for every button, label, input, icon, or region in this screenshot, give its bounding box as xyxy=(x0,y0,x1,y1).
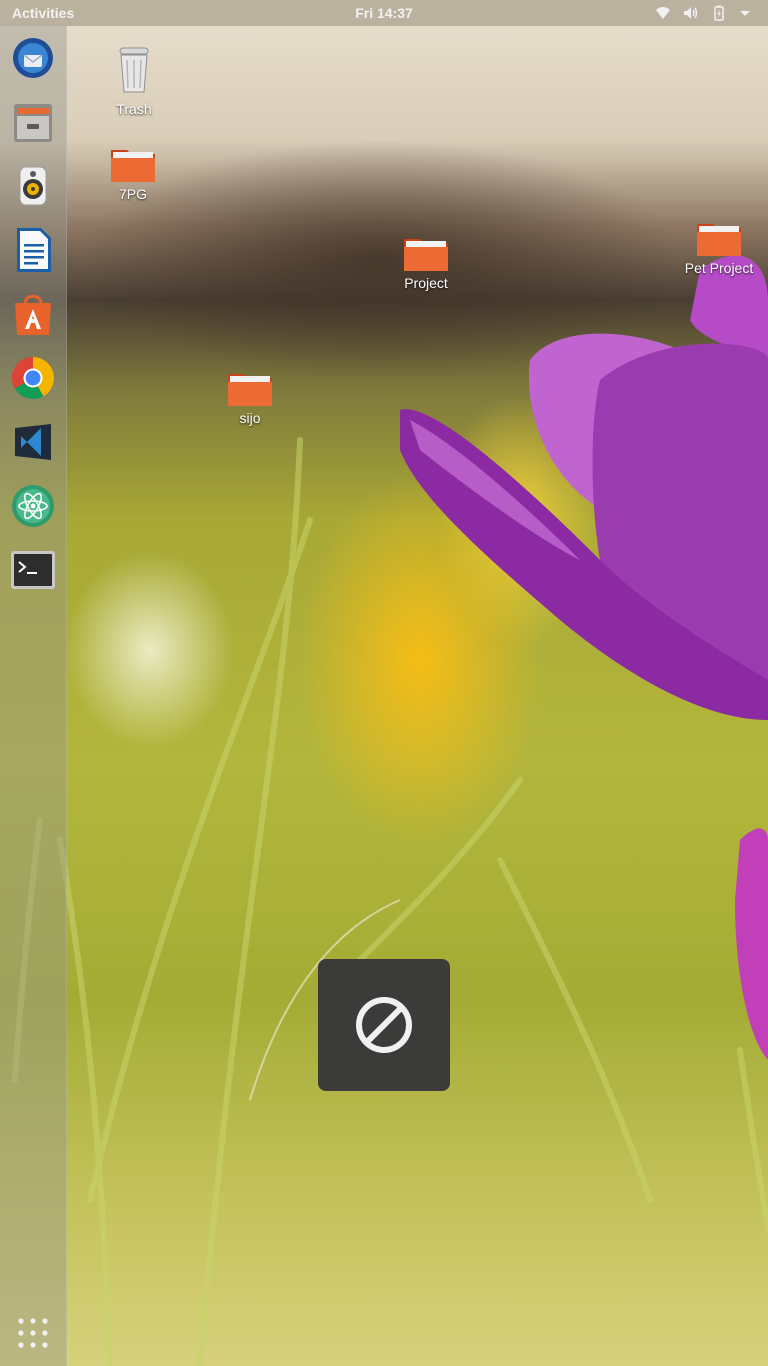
desktop-icon-folder-7pg[interactable]: 7PG xyxy=(103,144,163,202)
writer-icon xyxy=(17,228,51,272)
desktop-icon-folder-project[interactable]: Project xyxy=(388,233,464,291)
dock-item-rhythmbox[interactable] xyxy=(7,160,59,212)
system-tray[interactable] xyxy=(654,4,756,22)
menu-arrow-icon[interactable] xyxy=(738,4,756,22)
clock[interactable]: Fri 14:37 xyxy=(0,5,768,21)
desktop-icon-label: sijo xyxy=(239,410,261,426)
files-icon xyxy=(14,104,52,142)
dock-item-files[interactable] xyxy=(7,96,59,148)
osd-popup xyxy=(318,959,450,1091)
desktop-icon-folder-sijo[interactable]: sijo xyxy=(220,368,280,426)
dock xyxy=(0,26,67,1366)
desktop-icon-label: Trash xyxy=(116,101,152,117)
show-applications-button[interactable] xyxy=(16,1316,50,1350)
desktop-icon-folder-pet-project[interactable]: Pet Project xyxy=(676,218,762,276)
chrome-icon xyxy=(11,357,55,400)
dock-item-terminal[interactable] xyxy=(7,544,59,596)
dock-item-vscode[interactable] xyxy=(7,416,59,468)
thunderbird-icon xyxy=(13,38,53,78)
desktop-icon-label: Project xyxy=(404,275,448,291)
folder-icon xyxy=(402,233,450,273)
dock-item-thunderbird[interactable] xyxy=(7,32,59,84)
battery-icon[interactable] xyxy=(710,4,728,22)
vscode-icon xyxy=(15,424,51,460)
dock-item-ubuntu-software[interactable] xyxy=(7,288,59,340)
top-bar: Activities Fri 14:37 xyxy=(0,0,768,26)
rhythmbox-icon xyxy=(19,166,47,206)
volume-icon[interactable] xyxy=(682,4,700,22)
atom-icon xyxy=(12,485,54,527)
wifi-icon[interactable] xyxy=(654,4,672,22)
disabled-icon xyxy=(356,997,412,1053)
desktop-icon-trash[interactable]: Trash xyxy=(104,46,164,117)
folder-icon xyxy=(109,144,157,184)
desktop-icon-label: 7PG xyxy=(118,186,147,202)
dock-item-writer[interactable] xyxy=(7,224,59,276)
folder-icon xyxy=(695,218,743,258)
trash-icon xyxy=(119,47,149,93)
dock-item-chrome[interactable] xyxy=(7,352,59,404)
desktop-wallpaper xyxy=(0,0,768,1366)
software-icon xyxy=(15,294,51,335)
dock-item-atom[interactable] xyxy=(7,480,59,532)
show-applications-icon xyxy=(18,1318,48,1348)
folder-icon xyxy=(226,368,274,408)
desktop-icon-label: Pet Project xyxy=(684,260,754,276)
wallpaper-art xyxy=(12,255,768,1366)
terminal-icon xyxy=(11,551,55,589)
